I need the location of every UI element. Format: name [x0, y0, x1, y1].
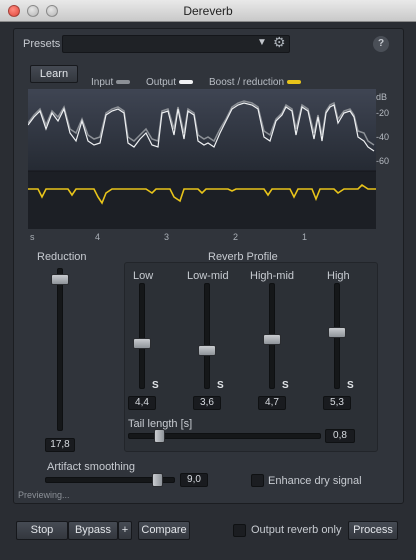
- band-low-slider-thumb[interactable]: [133, 338, 151, 349]
- band-low-mid-label: Low-mid: [187, 270, 229, 282]
- compare-button[interactable]: Compare: [138, 521, 190, 540]
- stop-button[interactable]: Stop: [16, 521, 68, 540]
- band-low-mid-slider-thumb[interactable]: [198, 345, 216, 356]
- db-label: dB: [376, 92, 388, 102]
- process-button[interactable]: Process: [348, 521, 398, 540]
- bypass-button[interactable]: Bypass: [68, 521, 118, 540]
- presets-dropdown[interactable]: [62, 35, 290, 53]
- time-tick: 1: [302, 232, 308, 242]
- reduction-slider-thumb[interactable]: [51, 274, 69, 285]
- legend-output-swatch: [179, 80, 194, 85]
- band-high-mid-label: High-mid: [250, 270, 295, 282]
- time-tick: 3: [164, 232, 170, 242]
- help-button[interactable]: ?: [373, 36, 389, 52]
- tail-length-value[interactable]: 0,8: [325, 429, 355, 443]
- title-bar: Dereverb: [0, 0, 416, 22]
- tail-length-slider-thumb[interactable]: [154, 429, 165, 443]
- reduction-value[interactable]: 17,8: [45, 438, 75, 452]
- window-title: Dereverb: [183, 4, 233, 18]
- band-high-mid-slider-thumb[interactable]: [263, 334, 281, 345]
- band-low-label: Low: [133, 270, 154, 282]
- db-tick: -60: [376, 156, 390, 166]
- gear-icon[interactable]: ⚙: [273, 34, 286, 51]
- legend-output-label: Output: [146, 77, 177, 88]
- artifact-smoothing-label: Artifact smoothing: [47, 461, 136, 473]
- band-high-value[interactable]: 5,3: [323, 396, 351, 410]
- legend-input: Input: [91, 77, 131, 88]
- band-high-label: High: [327, 270, 350, 282]
- chevron-down-icon[interactable]: ▼: [257, 37, 267, 48]
- learn-button[interactable]: Learn: [30, 65, 78, 83]
- presets-label: Presets: [23, 38, 61, 50]
- reverb-profile-title: Reverb Profile: [208, 251, 278, 263]
- status-text: Previewing...: [18, 490, 70, 500]
- legend-boost: Boost / reduction: [209, 77, 302, 88]
- band-high-mid-solo-button[interactable]: S: [282, 380, 289, 391]
- db-tick: -20: [376, 108, 390, 118]
- waveform-graph: [28, 89, 376, 229]
- db-tick: -40: [376, 132, 390, 142]
- band-low-mid-solo-button[interactable]: S: [217, 380, 224, 391]
- band-low-mid-value[interactable]: 3,6: [193, 396, 221, 410]
- legend-output: Output: [146, 77, 194, 88]
- band-low-solo-button[interactable]: S: [152, 380, 159, 391]
- output-reverb-only-label: Output reverb only: [251, 524, 342, 536]
- reduction-label: Reduction: [37, 251, 87, 263]
- artifact-smoothing-slider-thumb[interactable]: [152, 473, 163, 487]
- reduction-slider-track[interactable]: [57, 268, 63, 431]
- band-low-slider-track[interactable]: [139, 283, 145, 389]
- output-reverb-only-checkbox[interactable]: [233, 524, 246, 537]
- band-high-solo-button[interactable]: S: [347, 380, 354, 391]
- legend-input-swatch: [116, 80, 131, 85]
- time-tick: 4: [95, 232, 101, 242]
- artifact-smoothing-value[interactable]: 9,0: [180, 473, 208, 487]
- band-low-mid-slider-track[interactable]: [204, 283, 210, 389]
- band-high-slider-thumb[interactable]: [328, 327, 346, 338]
- band-high-mid-value[interactable]: 4,7: [258, 396, 286, 410]
- band-low-value[interactable]: 4,4: [128, 396, 156, 410]
- legend-boost-label: Boost / reduction: [209, 77, 285, 88]
- legend-input-label: Input: [91, 77, 114, 88]
- time-tick: 2: [233, 232, 239, 242]
- legend-boost-swatch: [287, 80, 302, 85]
- time-tick: s: [30, 232, 35, 242]
- bypass-add-button[interactable]: +: [118, 521, 132, 540]
- enhance-dry-signal-label: Enhance dry signal: [268, 475, 362, 487]
- enhance-dry-signal-checkbox[interactable]: [251, 474, 264, 487]
